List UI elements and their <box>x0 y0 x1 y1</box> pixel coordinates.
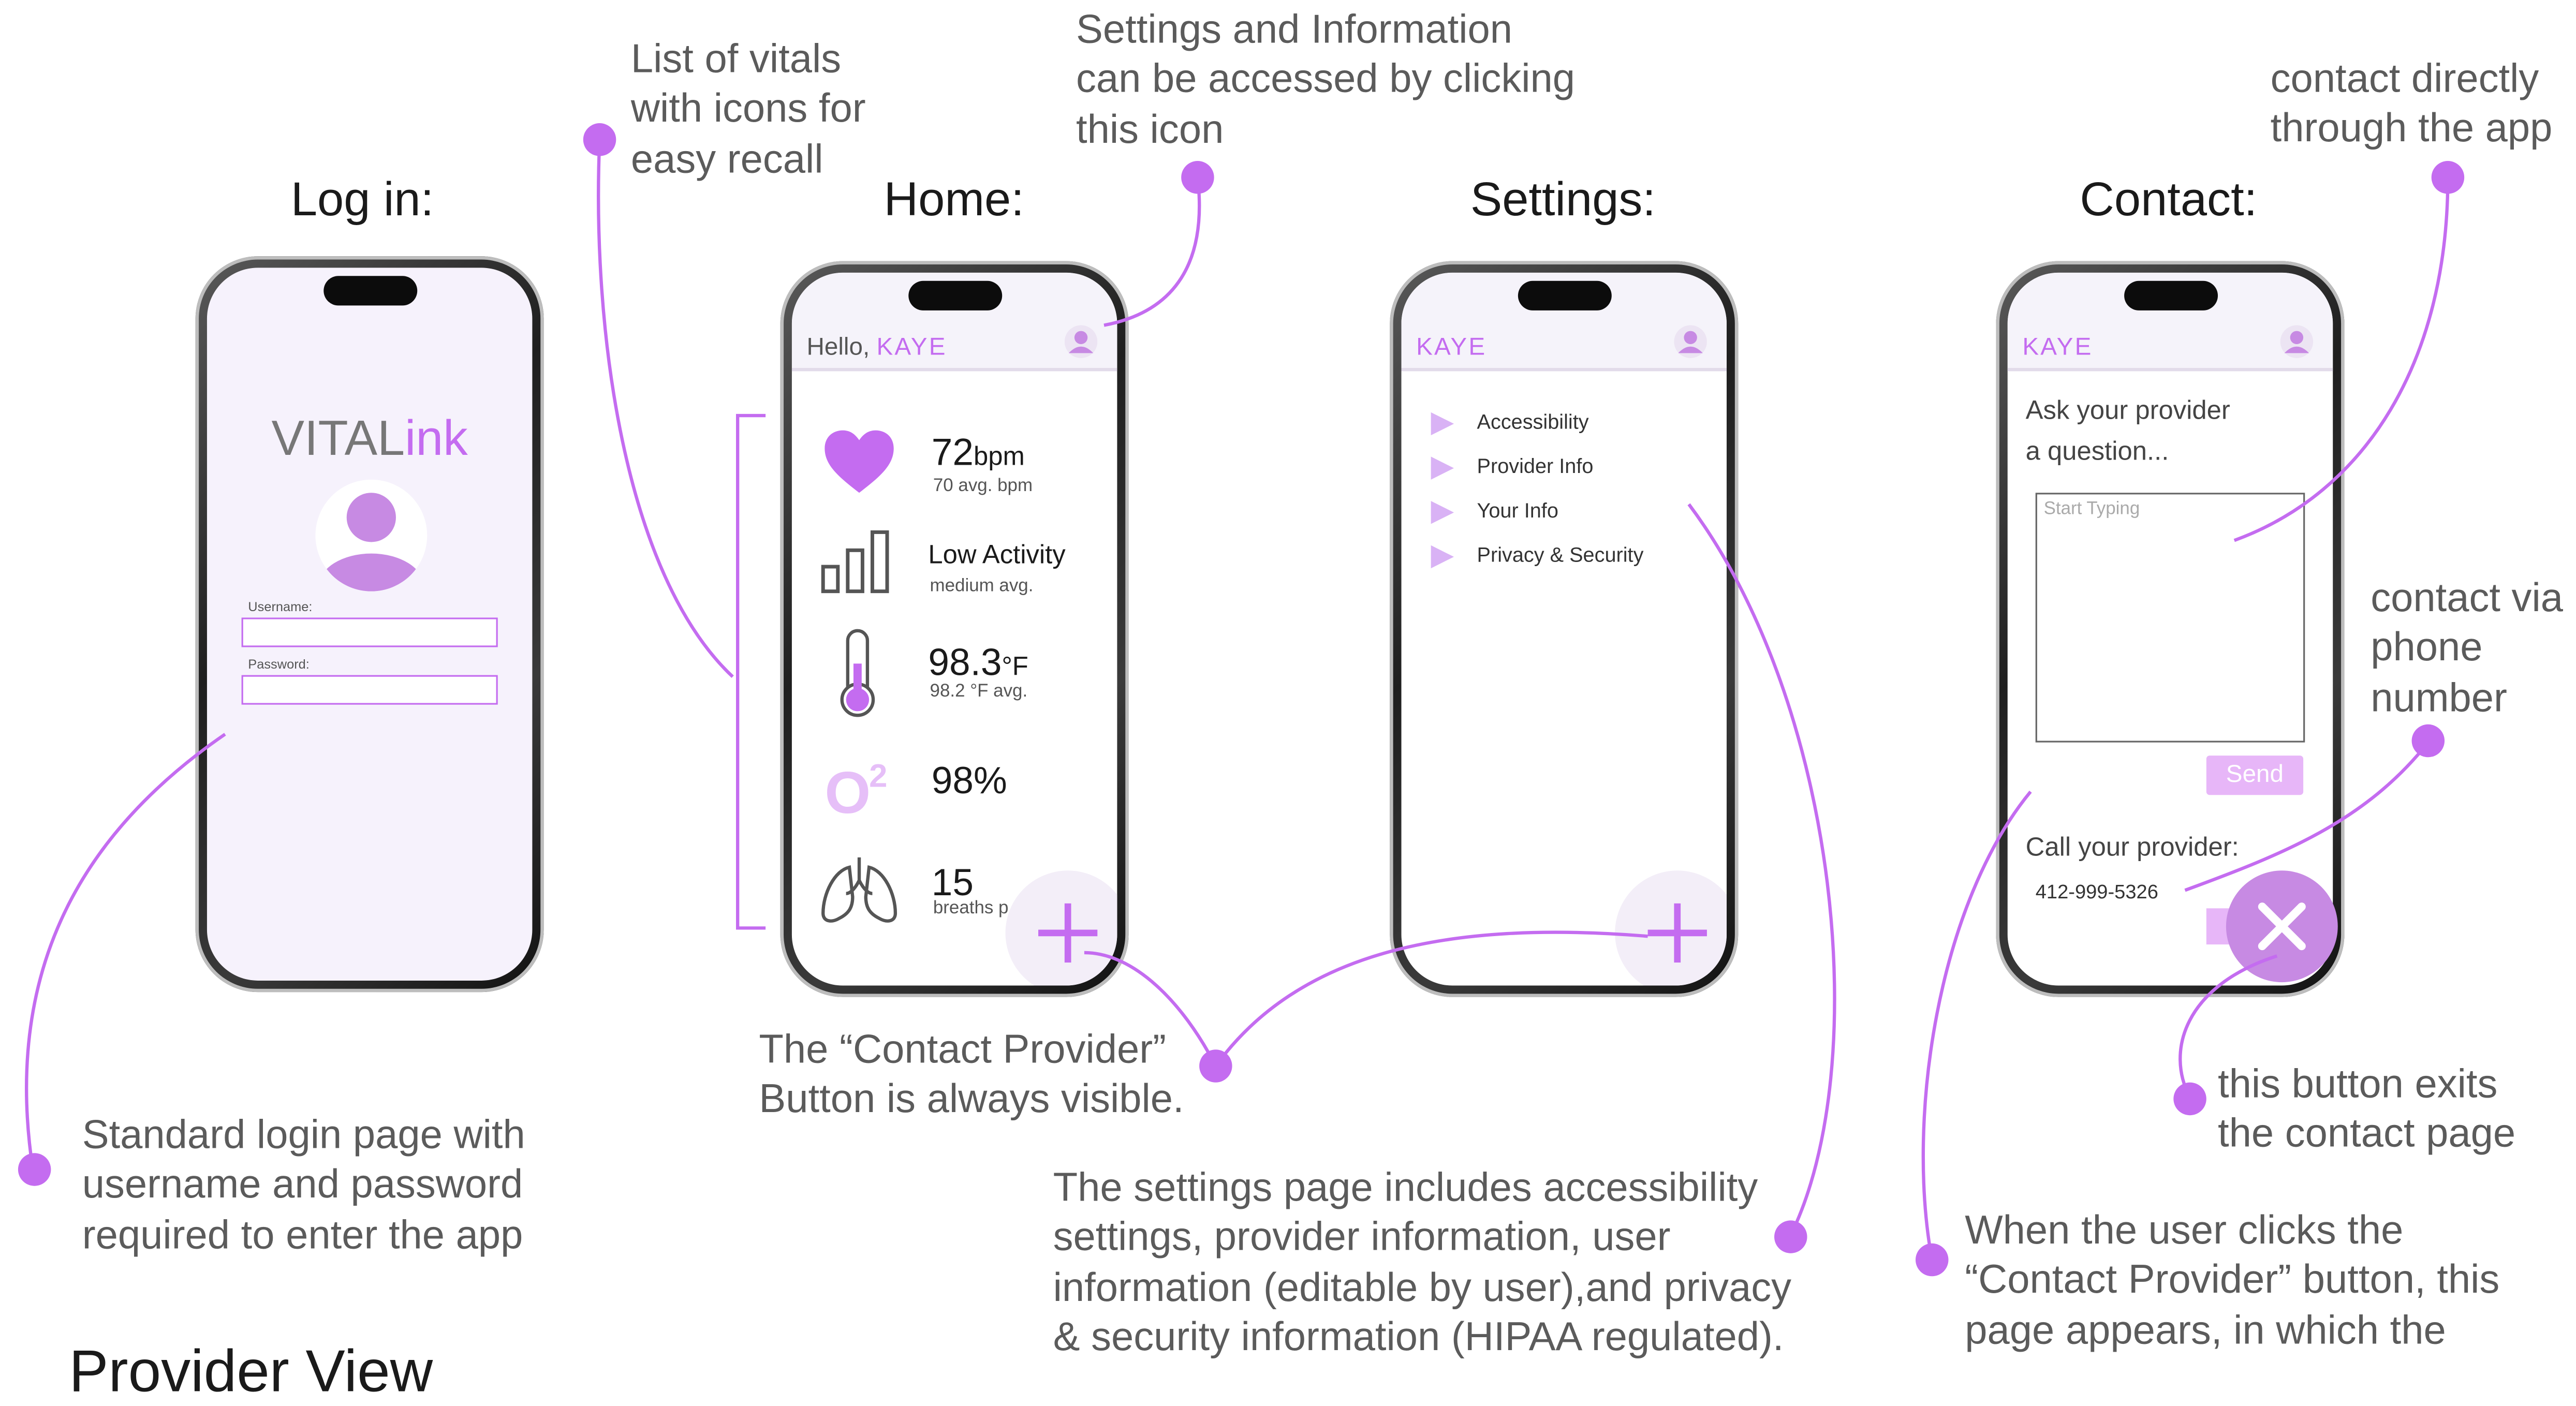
logo-main: VITAL <box>271 412 405 467</box>
activity-value: Low Activity <box>928 542 1066 570</box>
settings-title: Settings: <box>1470 174 1656 227</box>
settings-phone: KAYE Accessibility Provider Info Your In… <box>1390 261 1739 997</box>
contact-provider-button[interactable] <box>1615 870 1727 986</box>
password-input[interactable] <box>241 675 498 705</box>
note-exit-button: this button exits the contact page <box>2218 1062 2516 1157</box>
oxygen-icon: O 2 <box>825 758 887 820</box>
note-contact-phone: contact via phone number <box>2371 576 2563 721</box>
menu-item-label: Privacy & Security <box>1477 543 1644 567</box>
annotation-dot <box>2431 161 2465 194</box>
annotation-dot <box>2173 1082 2206 1116</box>
annotation-dot <box>1199 1049 1232 1083</box>
menu-item-accessibility[interactable]: Accessibility <box>1431 411 1589 435</box>
dynamic-island <box>908 280 1003 310</box>
note-login-page: Standard login page with username and pa… <box>82 1114 525 1258</box>
menu-item-label: Accessibility <box>1477 410 1589 434</box>
oxygen-value: 98% <box>931 759 1007 802</box>
username-input[interactable] <box>241 617 498 647</box>
temperature-value: 98.3°F <box>928 640 1028 684</box>
annotation-dot <box>583 123 616 156</box>
temperature-avg: 98.2 °F avg. <box>930 682 1028 702</box>
password-label: Password: <box>248 657 310 672</box>
user-profile-icon[interactable] <box>1064 325 1098 358</box>
user-name: KAYE <box>876 333 947 362</box>
home-screen: Hello, KAYE 72bpm 70 avg. bpm Low Activi… <box>791 272 1117 986</box>
call-provider-label: Call your provider: <box>2025 834 2239 863</box>
annotation-dot <box>18 1153 51 1186</box>
note-settings-page: The settings page includes accessibility… <box>1053 1166 1792 1360</box>
user-name: KAYE <box>2022 333 2093 362</box>
breathing-unit: breaths p <box>933 898 1009 919</box>
menu-item-your-info[interactable]: Your Info <box>1431 499 1558 524</box>
triangle-icon <box>1431 456 1454 479</box>
note-contact-button: The “Contact Provider” Button is always … <box>759 1028 1184 1123</box>
home-title: Home: <box>884 174 1024 227</box>
note-contact-page: When the user clicks the “Contact Provid… <box>1965 1209 2500 1353</box>
provider-view-heading: Provider View <box>69 1337 433 1404</box>
heart-icon <box>825 430 894 493</box>
activity-avg: medium avg. <box>930 576 1034 597</box>
annotation-dot <box>1916 1243 1949 1277</box>
login-phone: VITALink Username: Password: <box>195 256 544 993</box>
exit-contact-button[interactable] <box>2226 870 2338 983</box>
note-vitals-list: List of vitals with icons for easy recal… <box>630 38 866 182</box>
plus-icon <box>1647 903 1707 963</box>
annotation-dot <box>1181 161 1214 194</box>
activity-bars-icon <box>821 530 889 594</box>
avatar-icon <box>315 479 428 591</box>
heart-rate-value: 72bpm <box>931 430 1025 473</box>
annotation-dot <box>2411 724 2445 758</box>
message-textarea[interactable]: Start Typing <box>2035 493 2305 743</box>
menu-item-provider-info[interactable]: Provider Info <box>1431 455 1594 479</box>
svg-text:2: 2 <box>869 758 887 794</box>
triangle-icon <box>1431 411 1454 435</box>
close-icon <box>2258 902 2306 951</box>
ask-provider-prompt: Ask your provider a question... <box>2025 397 2230 467</box>
greeting-text: Hello, <box>806 333 877 362</box>
login-screen: VITALink Username: Password: <box>207 268 533 981</box>
greeting: Hello, KAYE <box>806 333 947 361</box>
note-settings-icon: Settings and Information can be accessed… <box>1076 8 1576 153</box>
dynamic-island <box>1518 280 1612 310</box>
triangle-icon <box>1431 500 1454 524</box>
menu-item-privacy-security[interactable]: Privacy & Security <box>1431 543 1644 568</box>
lungs-icon <box>821 857 897 923</box>
heart-rate-avg: 70 avg. bpm <box>933 476 1033 496</box>
triangle-icon <box>1431 544 1454 568</box>
menu-item-label: Provider Info <box>1477 455 1594 478</box>
dynamic-island <box>323 276 418 306</box>
app-logo: VITALink <box>207 412 532 468</box>
user-profile-icon[interactable] <box>2280 325 2314 358</box>
wireframe-diagram: Log in: Home: Settings: Contact: VITALin… <box>0 0 2576 1404</box>
note-contact-app: contact directly through the app <box>2270 57 2553 152</box>
heart-rate-unit: bpm <box>973 443 1025 471</box>
contact-title: Contact: <box>2080 174 2258 227</box>
send-button[interactable]: Send <box>2206 756 2304 795</box>
svg-text:O: O <box>825 760 871 820</box>
login-title: Log in: <box>290 174 434 227</box>
logo-accent: ink <box>405 412 468 467</box>
username-label: Username: <box>248 599 313 615</box>
temperature-unit: °F <box>1002 654 1028 682</box>
settings-screen: KAYE Accessibility Provider Info Your In… <box>1401 272 1727 986</box>
user-name: KAYE <box>1416 333 1487 362</box>
message-placeholder: Start Typing <box>2043 499 2140 520</box>
dynamic-island <box>2124 280 2218 310</box>
plus-icon <box>1038 903 1098 963</box>
user-profile-icon[interactable] <box>1674 325 1707 358</box>
home-phone: Hello, KAYE 72bpm 70 avg. bpm Low Activi… <box>780 261 1129 997</box>
menu-item-label: Your Info <box>1477 499 1558 523</box>
contact-provider-button[interactable] <box>1005 870 1117 986</box>
thermometer-icon <box>840 629 875 717</box>
provider-phone-number[interactable]: 412-999-5326 <box>2036 880 2158 903</box>
